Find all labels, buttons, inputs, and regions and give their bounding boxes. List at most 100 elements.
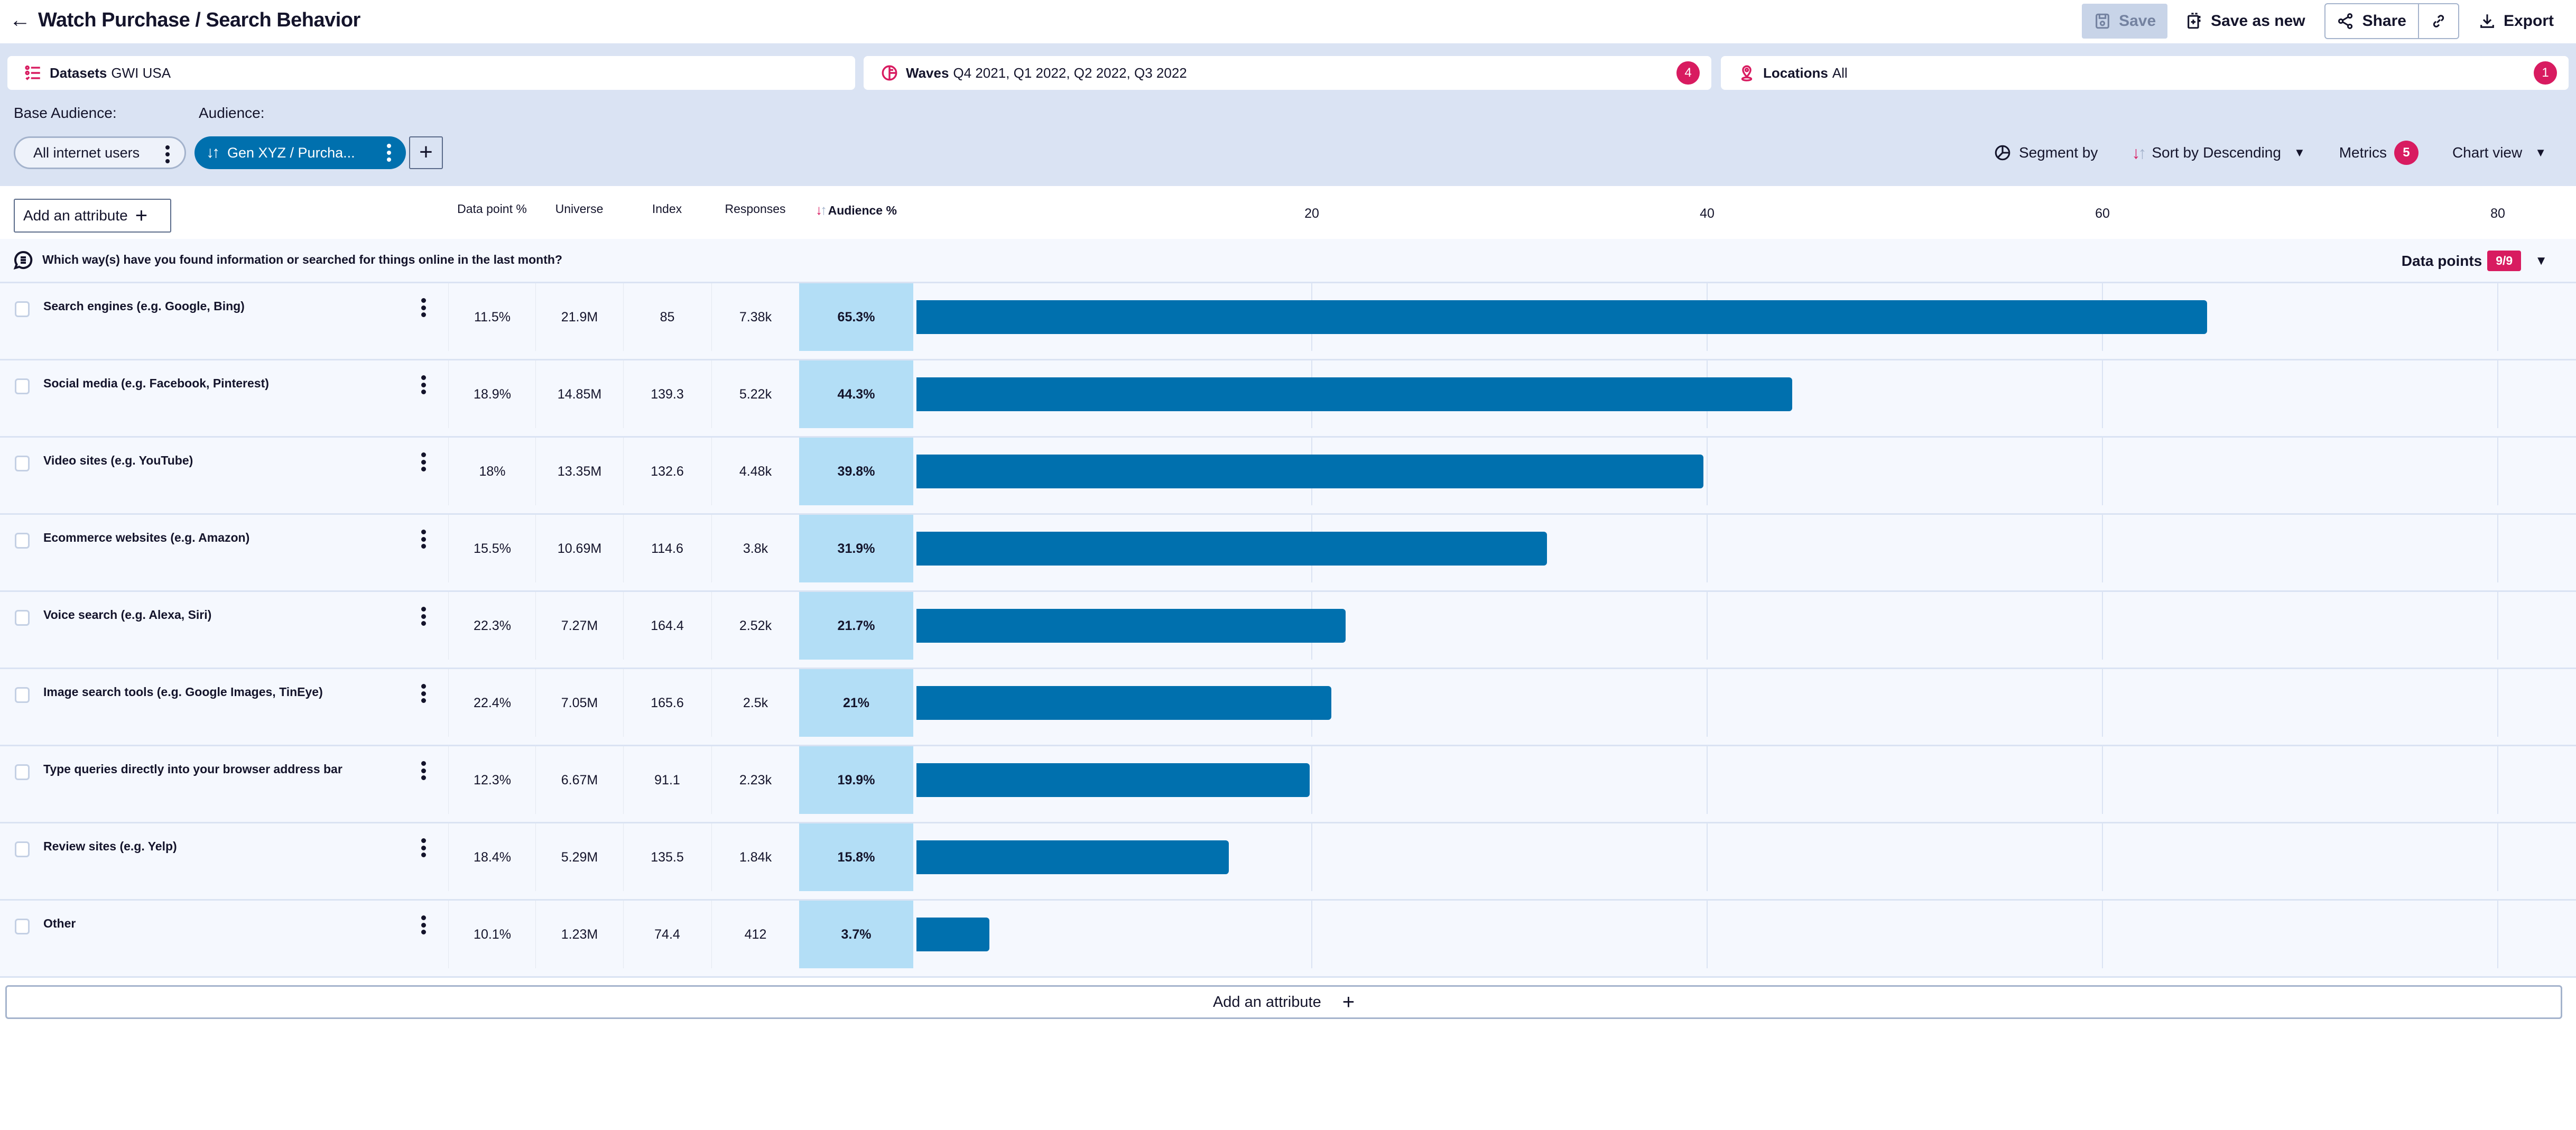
table-row: Type queries directly into your browser … (0, 746, 2576, 823)
datasets-value: GWI USA (111, 64, 171, 81)
row-menu-icon[interactable] (421, 684, 426, 703)
sort-arrows-icon: ↓↑ (206, 144, 220, 161)
audience-menu-icon[interactable] (387, 144, 391, 162)
cell-index: 135.5 (623, 823, 711, 891)
bar[interactable] (916, 686, 1332, 720)
row-menu-icon[interactable] (421, 761, 426, 780)
bar[interactable] (916, 377, 1792, 411)
add-audience-button[interactable]: + (409, 136, 443, 169)
row-label: Image search tools (e.g. Google Images, … (43, 685, 323, 699)
table-header: Add an attribute + Data point % Universe… (0, 186, 2576, 239)
bar[interactable] (916, 763, 1310, 797)
locations-filter[interactable]: Locations All 1 (1721, 56, 2569, 90)
gridline (2497, 901, 2498, 968)
share-label: Share (2362, 12, 2406, 30)
cell-universe: 7.27M (535, 592, 623, 660)
data-points-dropdown[interactable]: Data points 9/9 ▼ (2402, 251, 2547, 271)
cell-index: 165.6 (623, 669, 711, 737)
row-menu-icon[interactable] (421, 298, 426, 317)
gridline (1707, 746, 1708, 814)
checklist-icon (24, 64, 42, 82)
table-row: Voice search (e.g. Alexa, Siri) 22.3% 7.27… (0, 592, 2576, 669)
question-text: Which way(s) have you found information … (42, 253, 562, 266)
segment-by-button[interactable]: Segment by (1994, 144, 2098, 162)
bar[interactable] (916, 532, 1548, 566)
question-row: Which way(s) have you found information … (0, 239, 2576, 283)
bar[interactable] (916, 609, 1346, 643)
bar[interactable] (916, 918, 990, 951)
cell-index: 139.3 (623, 360, 711, 428)
add-attribute-bottom-label: Add an attribute (1212, 993, 1321, 1011)
row-checkbox[interactable] (15, 919, 30, 934)
gridline (1707, 669, 1708, 737)
caret-down-icon: ▼ (2535, 253, 2547, 268)
share-icon (2338, 13, 2352, 30)
chart-view-dropdown[interactable]: Chart view ▼ (2452, 144, 2546, 161)
gridline (1311, 746, 1312, 814)
metrics-button[interactable]: Metrics 5 (2339, 141, 2419, 165)
gridline (2102, 901, 2103, 968)
data-rows: Search engines (e.g. Google, Bing) 11.5% 2… (0, 283, 2576, 978)
cell-universe: 7.05M (535, 669, 623, 737)
table-row: Social media (e.g. Facebook, Pinterest) 1… (0, 360, 2576, 438)
export-button[interactable]: Export (2467, 4, 2565, 39)
row-checkbox[interactable] (15, 301, 30, 317)
row-menu-icon[interactable] (421, 838, 426, 857)
row-checkbox[interactable] (15, 610, 30, 626)
column-header-data-point[interactable]: Data point % (448, 202, 536, 216)
gridline (2102, 823, 2103, 891)
table-row: Video sites (e.g. YouTube) 18% 13.35M 132.6… (0, 438, 2576, 515)
row-checkbox[interactable] (15, 841, 30, 857)
audience-chip[interactable]: ↓↑ Gen XYZ / Purcha... (194, 136, 406, 169)
sort-arrows-icon: ↓↑ (816, 202, 827, 218)
column-header-universe[interactable]: Universe (535, 202, 623, 216)
waves-filter[interactable]: Waves Q4 2021, Q1 2022, Q2 2022, Q3 2022… (864, 56, 1711, 90)
cell-data-point: 12.3% (448, 746, 536, 814)
bar[interactable] (916, 300, 2208, 334)
save-as-new-button[interactable]: Save as new (2174, 4, 2316, 39)
row-checkbox[interactable] (15, 533, 30, 549)
add-attribute-bottom-button[interactable]: Add an attribute + (5, 985, 2562, 1019)
base-audience-menu-icon[interactable] (165, 145, 170, 163)
bar[interactable] (916, 455, 1703, 488)
gridline (2102, 592, 2103, 660)
gridline (2497, 283, 2498, 351)
question-bubble-icon (13, 249, 34, 271)
row-menu-icon[interactable] (421, 915, 426, 934)
back-arrow-icon[interactable]: ← (10, 8, 31, 32)
gridline (2497, 823, 2498, 891)
column-header-responses[interactable]: Responses (711, 202, 799, 216)
cell-audience: 39.8% (799, 438, 913, 505)
share-button[interactable]: Share (2325, 4, 2418, 38)
row-checkbox[interactable] (15, 764, 30, 780)
bar[interactable] (916, 840, 1229, 874)
row-checkbox[interactable] (15, 456, 30, 471)
sort-by-dropdown[interactable]: ↓↑ Sort by Descending ▼ (2132, 143, 2305, 163)
row-menu-icon[interactable] (421, 530, 426, 549)
gridline (2497, 360, 2498, 428)
row-menu-icon[interactable] (421, 375, 426, 394)
cell-responses: 2.52k (711, 592, 799, 660)
cell-universe: 6.67M (535, 746, 623, 814)
row-label: Other (43, 916, 76, 930)
row-label: Video sites (e.g. YouTube) (43, 453, 193, 467)
row-checkbox[interactable] (15, 687, 30, 703)
row-menu-icon[interactable] (421, 452, 426, 471)
base-audience-chip[interactable]: All internet users (14, 136, 186, 169)
pie-chart-icon (1995, 145, 2010, 161)
cell-universe: 14.85M (535, 360, 623, 428)
column-header-audience[interactable]: ↓↑ Audience % (799, 202, 913, 218)
datasets-filter[interactable]: Datasets GWI USA (7, 56, 855, 90)
row-label: Voice search (e.g. Alexa, Siri) (43, 608, 212, 622)
plus-icon: + (135, 204, 148, 227)
add-attribute-button[interactable]: Add an attribute + (14, 199, 171, 233)
cell-data-point: 15.5% (448, 515, 536, 582)
audience-label: Audience: (199, 105, 265, 121)
row-checkbox[interactable] (15, 378, 30, 394)
chart-view-label: Chart view (2452, 144, 2523, 161)
column-header-index[interactable]: Index (623, 202, 711, 216)
row-menu-icon[interactable] (421, 607, 426, 626)
cell-index: 132.6 (623, 438, 711, 505)
save-button[interactable]: Save (2082, 4, 2168, 39)
copy-link-button[interactable] (2417, 4, 2458, 38)
